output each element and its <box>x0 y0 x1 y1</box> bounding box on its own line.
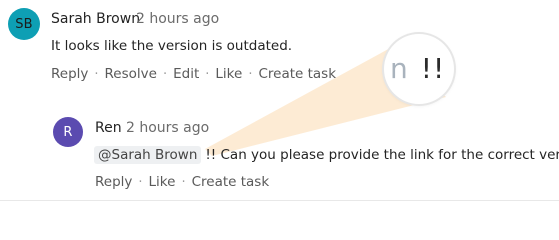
comment-text: It looks like the version is outdated. <box>51 38 293 54</box>
resolve-link[interactable]: Resolve <box>105 66 157 82</box>
divider <box>0 200 559 201</box>
magnified-text: n !! C <box>390 52 454 85</box>
reply-actions: Reply · Like · Create task <box>95 174 269 190</box>
comment-author[interactable]: Sarah Brown <box>51 11 140 27</box>
separator-dot: · <box>94 66 99 82</box>
comment-timestamp: 2 hours ago <box>136 11 220 27</box>
like-link[interactable]: Like <box>149 174 176 190</box>
avatar: SB <box>8 8 40 40</box>
like-link[interactable]: Like <box>215 66 242 82</box>
comment-actions: Reply · Resolve · Edit · Like · Create t… <box>51 66 336 82</box>
reply-text-line: @Sarah Brown!! Can you please provide th… <box>94 146 559 164</box>
magnifier-loupe: n !! C <box>384 34 454 104</box>
comment-thread: SB Sarah Brown 2 hours ago It looks like… <box>0 0 559 201</box>
magnifier-beam <box>205 47 446 156</box>
magnified-main-text: !! C <box>420 52 454 85</box>
reply-link[interactable]: Reply <box>51 66 88 82</box>
separator-dot: · <box>205 66 210 82</box>
edit-link[interactable]: Edit <box>173 66 199 82</box>
reply-link[interactable]: Reply <box>95 174 132 190</box>
reply-timestamp: 2 hours ago <box>126 120 210 136</box>
magnified-faded-glyph: n <box>390 52 409 85</box>
reply-text: !! Can you please provide the link for t… <box>205 147 559 163</box>
separator-dot: · <box>138 174 143 190</box>
separator-dot: · <box>181 174 186 190</box>
separator-dot: · <box>162 66 168 82</box>
avatar: R <box>53 117 83 147</box>
create-task-link[interactable]: Create task <box>192 174 270 190</box>
separator-dot: · <box>248 66 253 82</box>
reply-author[interactable]: Ren <box>95 120 122 136</box>
mention-chip[interactable]: @Sarah Brown <box>94 146 202 164</box>
create-task-link[interactable]: Create task <box>258 66 336 82</box>
